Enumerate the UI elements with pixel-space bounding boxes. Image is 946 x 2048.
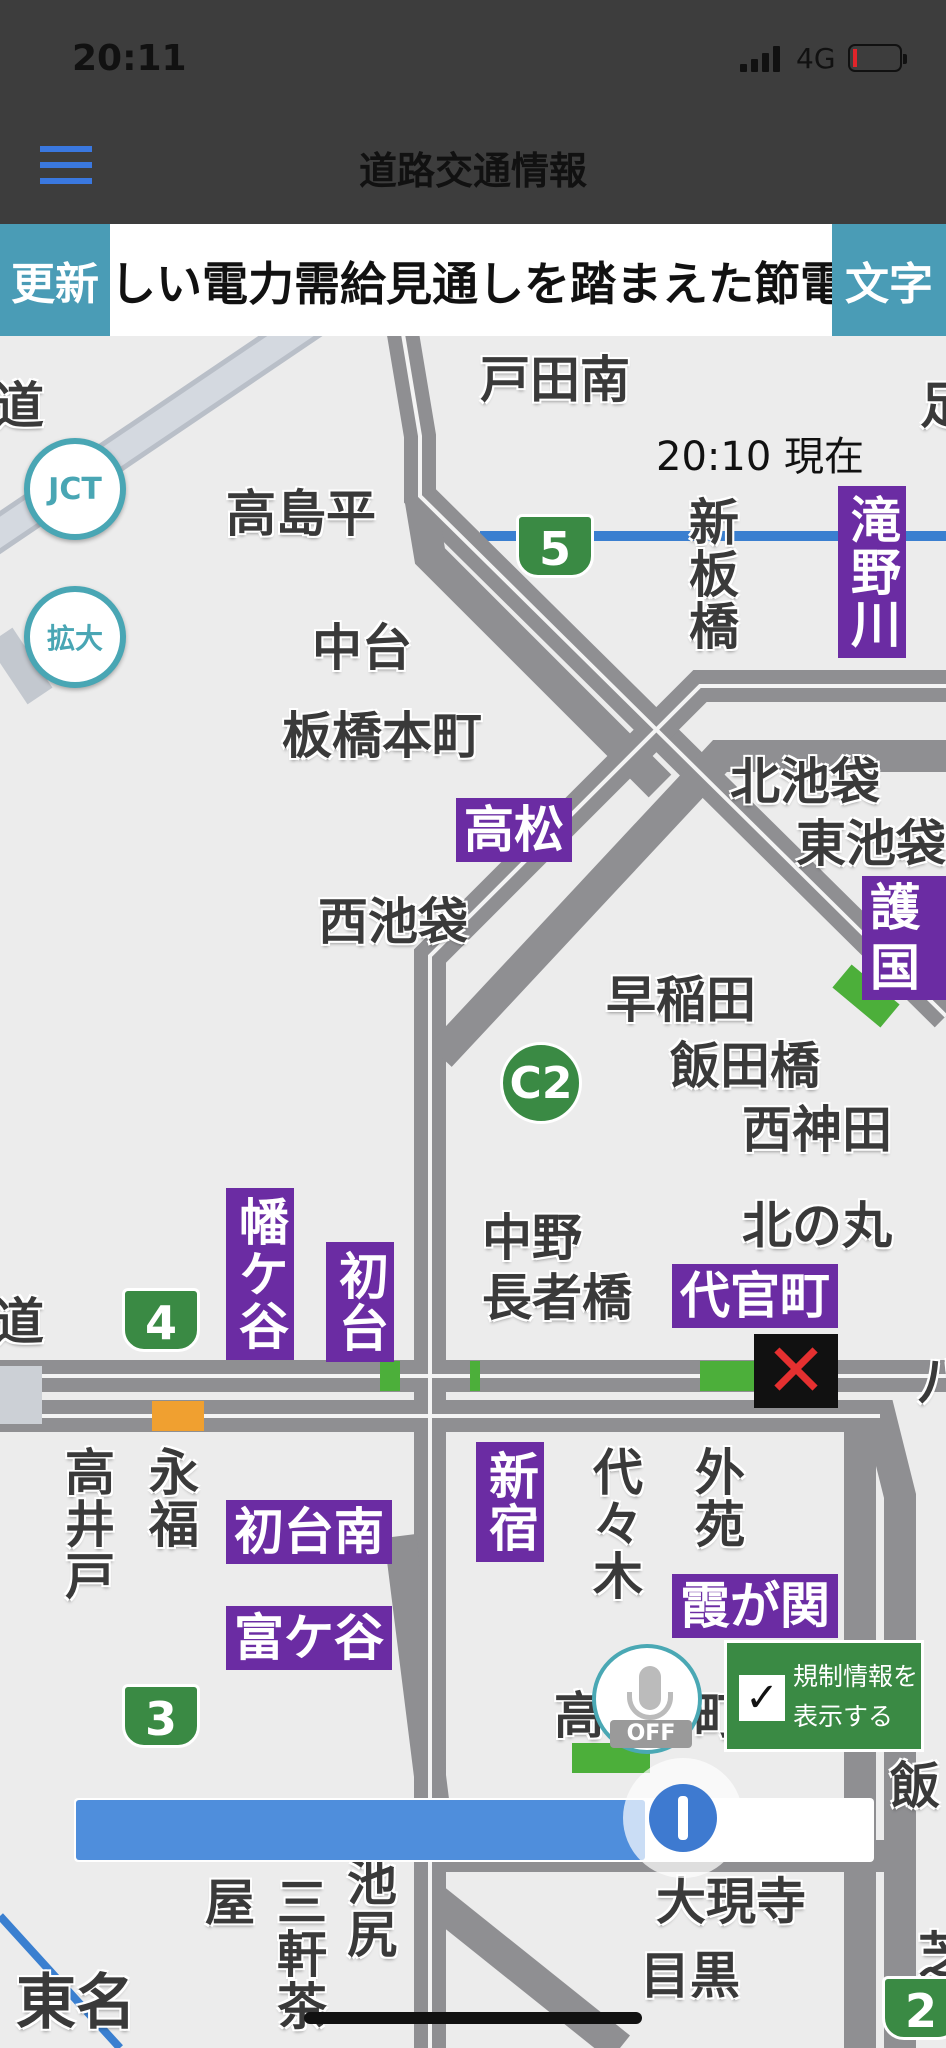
place-label: 西池袋 — [318, 893, 468, 951]
route-shield: 4 — [122, 1288, 200, 1352]
traffic-map[interactable]: 20:10 現在 JCT 拡大 戸田南 道 足 高島平 新板橋 中台 板橋本町 … — [0, 336, 946, 2048]
network-type: 4G — [796, 42, 836, 75]
page-title: 道路交通情報 — [358, 149, 587, 193]
place-label: 池尻 — [339, 1856, 397, 1960]
route-shield: 2 — [882, 1976, 946, 2040]
place-label: 飯 — [890, 1757, 940, 1815]
place-label: 中野 長者橋 — [482, 1209, 632, 1327]
place-label: 戸田南 — [480, 351, 630, 409]
signal-icon — [740, 46, 782, 72]
place-label: 目黒 — [640, 1947, 740, 2005]
place-label: 北の丸 — [742, 1197, 892, 1255]
place-label: 八 — [918, 1353, 946, 1411]
home-indicator — [304, 2012, 642, 2024]
place-label: 板橋本町 — [282, 707, 482, 765]
interchange-label[interactable]: 代官町 — [672, 1264, 838, 1328]
place-label: 足 — [920, 377, 946, 435]
place-label: 西神田 — [742, 1101, 892, 1159]
place-label: 東池袋 — [796, 815, 946, 873]
place-label: 中台 — [312, 619, 412, 677]
refresh-button[interactable]: 更新 — [0, 224, 110, 336]
zoom-button[interactable]: 拡大 — [24, 586, 126, 688]
mic-state: OFF — [610, 1720, 692, 1748]
ticker-text: しい電力需給見通しを踏まえた節電对 — [110, 257, 832, 311]
slider-knob[interactable] — [623, 1758, 743, 1878]
regulation-toggle[interactable]: ✓ 規制情報を表示する — [724, 1640, 924, 1752]
interchange-label[interactable]: 初台南 — [226, 1500, 392, 1564]
place-label: 新板橋 — [681, 496, 739, 652]
microphone-icon[interactable]: OFF — [592, 1644, 702, 1754]
interchange-label[interactable]: 高松 — [456, 798, 572, 862]
time-slider[interactable] — [74, 1758, 874, 1878]
status-time: 20:11 — [72, 38, 187, 79]
place-label: 飯田橋 — [670, 1037, 820, 1095]
jct-button[interactable]: JCT — [24, 438, 126, 540]
route-c2-icon: C2 — [500, 1042, 582, 1124]
update-timestamp: 20:10 現在 — [656, 434, 864, 480]
place-label: 道 — [0, 1293, 44, 1351]
regulation-toggle-label: 規制情報を表示する — [793, 1662, 919, 1731]
status-bar: 20:11 4G — [0, 0, 946, 120]
interchange-label[interactable]: 護国 — [862, 876, 946, 1000]
place-label: 早稲田 — [606, 971, 756, 1029]
place-label: 代々木 — [585, 1446, 643, 1602]
place-label: 高島平 — [226, 485, 376, 543]
text-size-button[interactable]: 文字 — [832, 224, 946, 336]
slider-fill — [76, 1800, 645, 1860]
news-ticker: しい電力需給見通しを踏まえた節電对 更新 文字 — [0, 224, 946, 336]
interchange-label[interactable]: 滝野川 — [838, 486, 906, 658]
interchange-label[interactable]: 新宿 — [476, 1442, 544, 1562]
place-label: 外苑 — [687, 1446, 745, 1550]
road-closure-icon[interactable]: ✕ — [754, 1334, 838, 1408]
route-shield: 3 — [122, 1684, 200, 1748]
route-shield: 5 — [516, 514, 594, 578]
checkbox-checked-icon[interactable]: ✓ — [739, 1675, 785, 1721]
interchange-label[interactable]: 初台 — [326, 1242, 394, 1362]
interchange-label[interactable]: 霞が関 — [672, 1574, 838, 1638]
place-label: 永福 — [141, 1446, 199, 1550]
interchange-label[interactable]: 幡ケ谷 — [226, 1188, 294, 1360]
app-header: 道路交通情報 — [0, 120, 946, 224]
battery-icon — [848, 44, 907, 72]
interchange-label[interactable]: 富ケ谷 — [226, 1606, 392, 1670]
place-label: 東名 — [16, 1968, 136, 2038]
place-label: 高井戸 — [57, 1446, 115, 1602]
place-label: 道 — [0, 377, 44, 435]
